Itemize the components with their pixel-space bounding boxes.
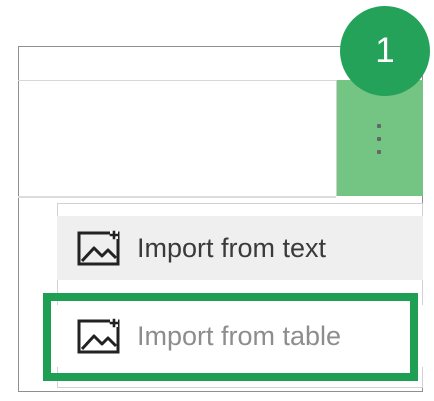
ellipsis-dot-top	[377, 124, 381, 128]
step-number-badge: 1	[340, 6, 430, 96]
menu-item-import-from-table[interactable]: Import from table	[57, 305, 423, 367]
menu-item-import-from-text[interactable]: Import from text	[57, 216, 423, 280]
menu-item-label: Import from table	[137, 320, 342, 351]
toolbar-top-divider	[18, 80, 354, 81]
menu-item-label: Import from text	[137, 232, 327, 263]
ellipsis-dot-middle	[377, 137, 381, 141]
toolbar-bottom-divider	[18, 196, 336, 198]
image-icon	[77, 318, 120, 354]
ellipsis-dot-bottom	[377, 150, 381, 154]
vertical-ellipsis-icon[interactable]	[375, 124, 383, 154]
image-icon	[77, 230, 120, 266]
